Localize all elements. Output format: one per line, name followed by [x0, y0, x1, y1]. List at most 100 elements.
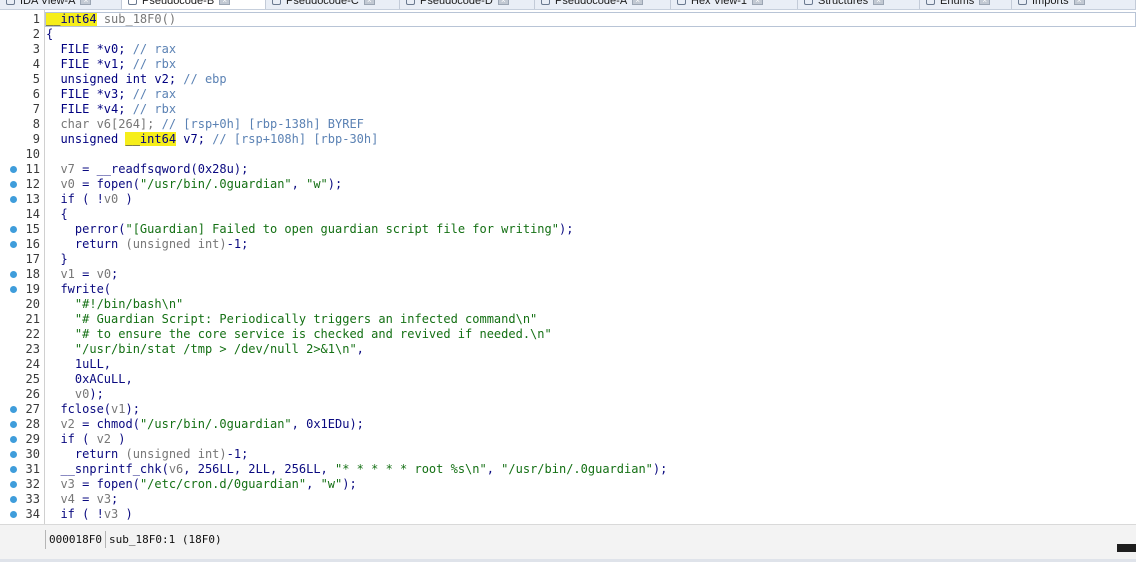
- code-token: = chmod(: [74, 417, 140, 431]
- line-number: 6: [32, 87, 40, 101]
- close-icon[interactable]: ×: [497, 0, 509, 5]
- code-line[interactable]: 8 char v6[264]; // [rsp+0h] [rbp-138h] B…: [0, 117, 1136, 132]
- code-line[interactable]: 30 return (unsigned int)-1;: [0, 447, 1136, 462]
- tab-ida-view-a[interactable]: IDA View-A ×: [0, 0, 122, 9]
- tab-hex-view-1[interactable]: Hex View-1 ×: [671, 0, 798, 9]
- code-token: ,: [486, 462, 502, 476]
- close-icon[interactable]: ×: [363, 0, 375, 5]
- code-token: // ebp: [183, 72, 227, 86]
- code-token: {: [60, 207, 68, 221]
- pseudocode-view[interactable]: 1 __int64 sub_18F0() 2{3 FILE *v0; // rax 4…: [0, 9, 1136, 524]
- code-token: // [rsp+108h] [rbp-30h]: [212, 132, 379, 146]
- code-token: ): [111, 432, 126, 446]
- code-line[interactable]: 29 if ( v2 ): [0, 432, 1136, 447]
- code-line[interactable]: 13 if ( !v0 ): [0, 192, 1136, 207]
- code-token: "#!/bin/bash\n": [74, 297, 184, 311]
- code-token: "/usr/bin/stat /tmp > /dev/null 2>&1\n": [74, 342, 357, 356]
- tab-enums[interactable]: Enums ×: [920, 0, 1012, 9]
- line-number: 3: [32, 42, 40, 56]
- close-icon[interactable]: ×: [632, 0, 644, 5]
- tab-pseudocode-d[interactable]: Pseudocode-D ×: [400, 0, 535, 9]
- code-line[interactable]: 32 v3 = fopen("/etc/cron.d/0guardian", "…: [0, 477, 1136, 492]
- code-text: {: [46, 27, 53, 42]
- tab-pseudocode-a[interactable]: Pseudocode-A ×: [535, 0, 671, 9]
- code-line[interactable]: 9 unsigned __int64 v7; // [rsp+108h] [rb…: [0, 132, 1136, 147]
- close-icon[interactable]: ×: [1073, 0, 1085, 5]
- resize-grip[interactable]: [1117, 544, 1136, 552]
- code-token: );: [652, 462, 668, 476]
- code-token: v0: [74, 387, 90, 401]
- tab-pseudocode-c[interactable]: Pseudocode-C ×: [266, 0, 400, 9]
- tab-imports[interactable]: Imports ×: [1012, 0, 1136, 9]
- line-number: 19: [25, 282, 40, 296]
- code-line[interactable]: 16 return (unsigned int)-1;: [0, 237, 1136, 252]
- code-line[interactable]: 24 1uLL,: [0, 357, 1136, 372]
- code-token: (unsigned int): [125, 447, 227, 461]
- code-text: }: [46, 252, 67, 267]
- code-token: =: [74, 492, 97, 506]
- code-line[interactable]: 14 {: [0, 207, 1136, 222]
- code-token: return: [74, 237, 126, 251]
- code-line[interactable]: 34 if ( !v3 ): [0, 507, 1136, 522]
- line-number: 9: [32, 132, 40, 146]
- code-line[interactable]: 22 "# to ensure the core service is chec…: [0, 327, 1136, 342]
- code-line[interactable]: 19 fwrite(: [0, 282, 1136, 297]
- close-icon[interactable]: ×: [752, 0, 764, 5]
- code-token: v0: [96, 267, 112, 281]
- code-line[interactable]: 5 unsigned int v2; // ebp: [0, 72, 1136, 87]
- code-token: "* * * * * root %s\n": [335, 462, 487, 476]
- code-token: ,: [306, 477, 321, 491]
- code-line[interactable]: 20 "#!/bin/bash\n": [0, 297, 1136, 312]
- code-line[interactable]: 6 FILE *v3; // rax: [0, 87, 1136, 102]
- line-number: 10: [25, 147, 40, 161]
- code-line[interactable]: 31 __snprintf_chk(v6, 256LL, 2LL, 256LL,…: [0, 462, 1136, 477]
- code-token: v3: [60, 477, 75, 491]
- code-text: "/usr/bin/stat /tmp > /dev/null 2>&1\n",: [46, 342, 364, 357]
- code-token: FILE *v3;: [60, 87, 133, 101]
- code-text: {: [46, 207, 68, 222]
- code-line[interactable]: 17 }: [0, 252, 1136, 267]
- code-line[interactable]: 11 v7 = __readfsqword(0x28u);: [0, 162, 1136, 177]
- code-line[interactable]: 25 0xACuLL,: [0, 372, 1136, 387]
- close-icon[interactable]: ×: [979, 0, 991, 5]
- code-line[interactable]: 26 v0);: [0, 387, 1136, 402]
- code-text: FILE *v4; // rbx: [46, 102, 176, 117]
- code-text: "#!/bin/bash\n": [46, 297, 183, 312]
- code-token: perror(: [74, 222, 126, 236]
- close-icon[interactable]: ×: [873, 0, 885, 5]
- code-token: "# Guardian Script: Periodically trigger…: [74, 312, 538, 326]
- code-line[interactable]: 2{: [0, 27, 1136, 42]
- code-line[interactable]: 3 FILE *v0; // rax: [0, 42, 1136, 57]
- code-text: v4 = v3;: [46, 492, 118, 507]
- code-line[interactable]: 23 "/usr/bin/stat /tmp > /dev/null 2>&1\…: [0, 342, 1136, 357]
- code-token: );: [558, 222, 574, 236]
- tab-label: Pseudocode-B: [142, 0, 215, 7]
- code-line[interactable]: 15 perror("[Guardian] Failed to open gua…: [0, 222, 1136, 237]
- code-line[interactable]: 4 FILE *v1; // rbx: [0, 57, 1136, 72]
- code-line[interactable]: 10: [0, 147, 1136, 162]
- code-token: "/usr/bin/.0guardian": [501, 462, 653, 476]
- code-line[interactable]: 33 v4 = v3;: [0, 492, 1136, 507]
- code-text: FILE *v3; // rax: [46, 87, 176, 102]
- code-line[interactable]: 27 fclose(v1);: [0, 402, 1136, 417]
- tab-structures[interactable]: Structures ×: [798, 0, 920, 9]
- code-line[interactable]: 7 FILE *v4; // rbx: [0, 102, 1136, 117]
- tab-icon: [128, 0, 137, 5]
- code-token: FILE *v1;: [60, 57, 133, 71]
- code-line[interactable]: 12 v0 = fopen("/usr/bin/.0guardian", "w"…: [0, 177, 1136, 192]
- code-line[interactable]: 28 v2 = chmod("/usr/bin/.0guardian", 0x1…: [0, 417, 1136, 432]
- code-token: "[Guardian] Failed to open guardian scri…: [125, 222, 559, 236]
- close-icon[interactable]: ×: [219, 0, 231, 5]
- code-line[interactable]: 18 v1 = v0;: [0, 267, 1136, 282]
- tab-pseudocode-b[interactable]: Pseudocode-B ×: [122, 0, 266, 9]
- code-token: v7;: [176, 132, 213, 146]
- close-icon[interactable]: ×: [80, 0, 92, 5]
- code-line[interactable]: 21 "# Guardian Script: Periodically trig…: [0, 312, 1136, 327]
